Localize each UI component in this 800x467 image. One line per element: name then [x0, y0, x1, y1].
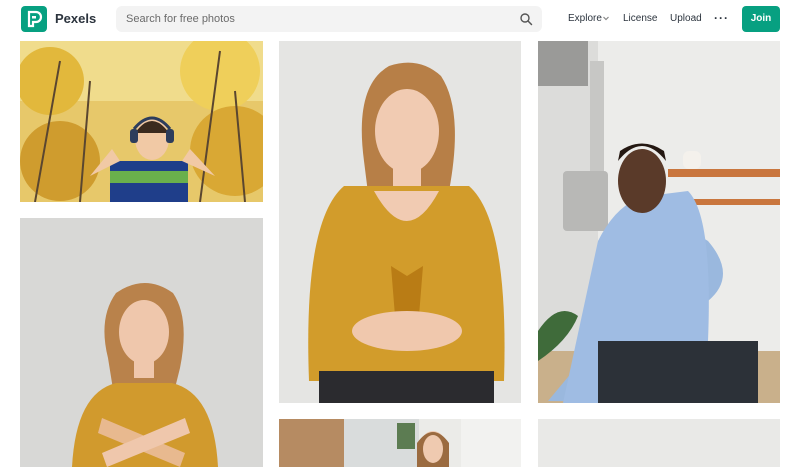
photo-woman-arms-crossed: [20, 218, 263, 467]
nav-upload[interactable]: Upload: [670, 13, 702, 24]
photo-card[interactable]: [279, 41, 521, 403]
brand-name[interactable]: Pexels: [55, 11, 96, 26]
photo-card[interactable]: [20, 218, 263, 467]
chevron-down-icon[interactable]: [601, 13, 611, 23]
photo-boy-headphones: [20, 41, 263, 202]
search-icon[interactable]: [519, 12, 533, 26]
nav-explore[interactable]: Explore: [568, 13, 602, 24]
photo-card[interactable]: [538, 41, 780, 403]
photo-man-blue-shirt: [538, 41, 780, 403]
photo-woman-open-hands: [279, 41, 521, 403]
pexels-logo-icon[interactable]: [21, 6, 47, 32]
photo-card[interactable]: [538, 419, 780, 467]
join-button[interactable]: Join: [742, 6, 780, 32]
search-input[interactable]: [126, 6, 516, 32]
nav-license[interactable]: License: [623, 13, 657, 24]
search-bar[interactable]: [116, 6, 542, 32]
more-icon[interactable]: ···: [714, 11, 729, 25]
photo-card[interactable]: [20, 41, 263, 202]
top-navigation-bar: Pexels Explore License Upload ··· Join: [0, 0, 800, 40]
photo-light-wall: [538, 419, 780, 467]
photo-card[interactable]: [279, 419, 521, 467]
photo-woman-mirror: [279, 419, 521, 467]
